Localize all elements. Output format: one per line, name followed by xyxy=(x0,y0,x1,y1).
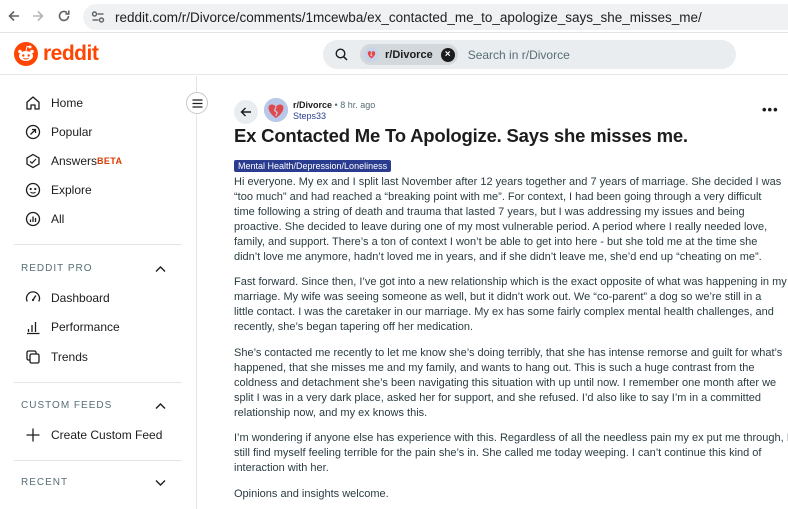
explore-icon xyxy=(24,181,42,199)
subreddit-link[interactable]: r/Divorce xyxy=(293,100,332,110)
reddit-wordmark: reddit xyxy=(43,42,99,65)
sidebar-item-label: Dashboard xyxy=(51,290,110,305)
section-recent-header[interactable]: RECENT xyxy=(0,468,196,497)
text-line: She’s contacted me recently to let me kn… xyxy=(234,347,783,359)
text-line: recently, she’s began tapering off her m… xyxy=(234,321,474,333)
create-custom-feed-button[interactable]: Create Custom Feed xyxy=(0,420,196,449)
text-line: little contact. I was the caretaker in o… xyxy=(234,306,774,318)
sidebar-item-label: Create Custom Feed xyxy=(51,427,163,442)
sidebar-item-label: Home xyxy=(51,95,84,110)
sidebar-divider xyxy=(14,460,182,461)
section-reddit-pro-header[interactable]: REDDIT PRO xyxy=(0,254,196,283)
sidebar-divider xyxy=(14,382,182,383)
back-button[interactable] xyxy=(234,100,258,124)
sidebar-item-label: Popular xyxy=(51,124,93,139)
broken-heart-icon xyxy=(264,98,288,122)
chevron-down-icon[interactable] xyxy=(154,477,166,489)
text-line: marriage. My wife was seeing someone as … xyxy=(234,291,762,303)
dashboard-icon xyxy=(24,289,42,307)
text-line: proactive. She decided to leave during o… xyxy=(234,221,768,233)
text-line: didn’t love me anymore, hadn’t loved me … xyxy=(234,251,762,263)
text-line: Opinions and insights welcome. xyxy=(234,488,389,500)
url-text[interactable]: reddit.com/r/Divorce/comments/1mcewba/ex… xyxy=(115,10,702,25)
browser-back-icon[interactable] xyxy=(4,6,24,26)
arrow-left-icon xyxy=(240,107,251,117)
text-line: family, and support. There’s a ton of co… xyxy=(234,236,758,248)
text-line: split I was in a very dark place, asked … xyxy=(234,392,762,404)
sidebar-item-popular[interactable]: Popular xyxy=(0,117,196,146)
sidebar-item-label: Answers xyxy=(51,153,98,168)
post-paragraph-5: Opinions and insights welcome. xyxy=(234,487,786,502)
text-line: “too much” and had reached a “breaking p… xyxy=(234,191,762,203)
section-title: CUSTOM FEEDS xyxy=(21,400,113,411)
post-age: • 8 hr. ago xyxy=(334,100,376,110)
search-icon xyxy=(335,47,350,62)
post-paragraph-3: She’s contacted me recently to let me kn… xyxy=(234,346,786,421)
trends-icon xyxy=(24,348,42,366)
subreddit-avatar[interactable] xyxy=(264,98,288,122)
plus-icon xyxy=(24,426,42,444)
beta-badge: BETA xyxy=(97,155,123,166)
text-line: relationship now, and my ex knows this. xyxy=(234,407,428,419)
more-options-icon[interactable]: ••• xyxy=(762,102,779,117)
sidebar-item-label: Trends xyxy=(51,349,88,364)
chevron-up-icon[interactable] xyxy=(154,400,166,412)
sidebar-item-explore[interactable]: Explore xyxy=(0,175,196,204)
home-icon xyxy=(24,94,42,112)
popular-icon xyxy=(24,123,42,141)
sidebar-divider xyxy=(14,244,182,245)
clear-chip-icon[interactable]: × xyxy=(440,47,455,62)
browser-toolbar: reddit.com/r/Divorce/comments/1mcewba/ex… xyxy=(0,0,788,33)
text-line: happened, that she misses me and my fami… xyxy=(234,362,755,374)
post-flair[interactable]: Mental Health/Depression/Loneliness xyxy=(234,160,392,172)
answers-icon xyxy=(24,152,42,170)
search-input[interactable]: Search in r/Divorce xyxy=(468,48,570,62)
performance-icon xyxy=(24,318,42,336)
subreddit-search-chip[interactable]: r/Divorce × xyxy=(360,44,458,65)
chevron-up-icon[interactable] xyxy=(154,263,166,275)
browser-reload-icon[interactable] xyxy=(54,6,74,26)
sidebar-item-home[interactable]: Home xyxy=(0,88,196,117)
text-line: interaction with her. xyxy=(234,462,329,474)
all-icon xyxy=(24,210,42,228)
author-link[interactable]: Steps33 xyxy=(293,111,326,121)
text-line: still find myself feeling terrible for t… xyxy=(234,447,762,459)
post-meta: r/Divorce • 8 hr. ago xyxy=(293,100,375,110)
chip-label: r/Divorce xyxy=(385,48,433,61)
sidebar-item-label: All xyxy=(51,211,65,226)
text-line: Hi everyone. My ex and I split last Nove… xyxy=(234,176,782,188)
text-line: I’m wondering if anyone else has experie… xyxy=(234,432,788,444)
sidebar-item-label: Performance xyxy=(51,319,120,334)
post-paragraph-1: Hi everyone. My ex and I split last Nove… xyxy=(234,175,786,265)
sidebar-item-answers[interactable]: Answers BETA xyxy=(0,146,196,175)
search-bar[interactable]: r/Divorce × Search in r/Divorce xyxy=(323,40,736,69)
address-bar[interactable]: reddit.com/r/Divorce/comments/1mcewba/ex… xyxy=(83,4,788,30)
text-line: coldness and detachment she’s been navig… xyxy=(234,377,777,389)
site-settings-icon[interactable] xyxy=(91,11,109,23)
post-paragraph-4: I’m wondering if anyone else has experie… xyxy=(234,431,788,476)
collapse-sidebar-button[interactable] xyxy=(186,92,208,114)
left-sidebar: Home Popular Answers BETA Explore All RE… xyxy=(0,76,197,509)
section-title: REDDIT PRO xyxy=(21,263,93,274)
sidebar-item-trends[interactable]: Trends xyxy=(0,342,196,371)
subreddit-avatar-icon xyxy=(364,47,379,62)
sidebar-item-performance[interactable]: Performance xyxy=(0,312,196,341)
sidebar-item-label: Explore xyxy=(51,182,92,197)
text-line: Fast forward. Since then, I’ve got into … xyxy=(234,276,787,288)
reddit-logo[interactable]: reddit xyxy=(14,42,99,66)
reddit-header: reddit r/Divorce × Search in r/Divorce xyxy=(0,33,788,75)
text-line: time following a string of death and tra… xyxy=(234,206,745,218)
browser-forward-icon[interactable] xyxy=(28,6,48,26)
post-title: Ex Contacted Me To Apologize. Says she m… xyxy=(234,125,688,146)
reddit-snoo-icon xyxy=(14,42,38,66)
menu-icon xyxy=(192,98,202,108)
section-title: RECENT xyxy=(21,477,69,488)
sidebar-item-all[interactable]: All xyxy=(0,204,196,233)
section-custom-feeds-header[interactable]: CUSTOM FEEDS xyxy=(0,391,196,420)
sidebar-item-dashboard[interactable]: Dashboard xyxy=(0,283,196,312)
post-paragraph-2: Fast forward. Since then, I’ve got into … xyxy=(234,275,787,335)
